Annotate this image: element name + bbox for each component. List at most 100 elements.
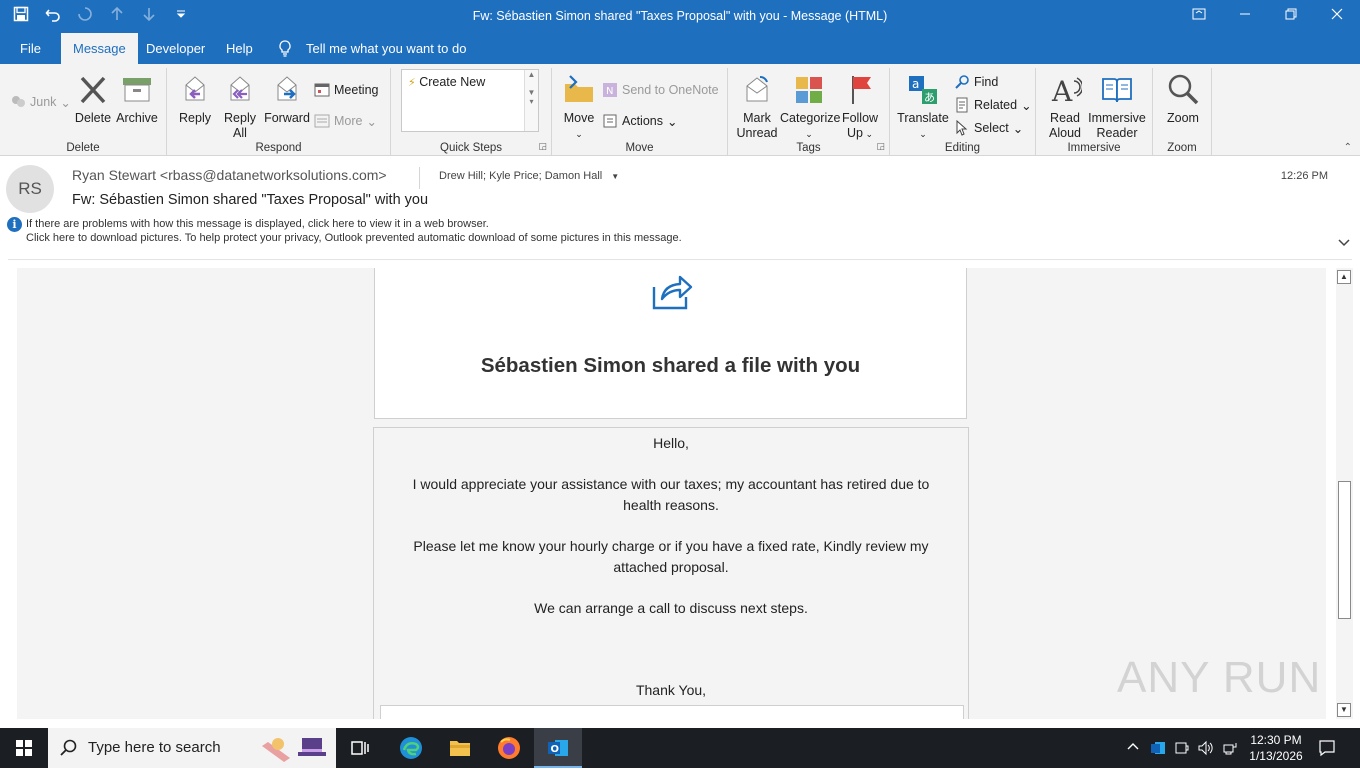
follow-up-button[interactable]: Follow Up ⌄ — [839, 73, 881, 142]
zoom-button[interactable]: Zoom — [1161, 73, 1205, 126]
header-divider — [419, 167, 420, 189]
outlook-taskbar-button[interactable]: O — [534, 728, 582, 768]
group-label-zoom: Zoom — [1167, 142, 1197, 154]
close-icon[interactable] — [1314, 0, 1360, 33]
vertical-scrollbar[interactable]: ▲ ▼ — [1336, 268, 1353, 719]
group-zoom: Zoom Zoom — [1153, 68, 1212, 156]
battery-icon[interactable] — [1174, 740, 1190, 780]
quick-step-create-new[interactable]: ⚡ Create New — [408, 75, 485, 89]
ribbon-tabs: File Message Developer Help Tell me what… — [0, 33, 1360, 64]
windows-icon — [16, 740, 32, 756]
sender[interactable]: Ryan Stewart <rbass@datanetworksolutions… — [72, 167, 387, 183]
outlook-tray-icon[interactable] — [1150, 740, 1166, 780]
mark-unread-button[interactable]: Mark Unread — [734, 73, 780, 141]
group-immersive: A Read Aloud Immersive Reader Immersive — [1036, 68, 1153, 156]
move-label: Move — [563, 111, 595, 125]
immersive-reader-button[interactable]: Immersive Reader — [1086, 73, 1148, 141]
send-to-onenote-button[interactable]: N Send to OneNote — [602, 82, 719, 98]
tags-dialog-launcher-icon[interactable]: ◲ — [876, 141, 885, 152]
volume-icon[interactable] — [1197, 740, 1215, 780]
restore-icon[interactable] — [1268, 0, 1314, 33]
clock[interactable]: 12:30 PM 1/13/2026 — [1248, 732, 1304, 772]
share-card-title: Sébastien Simon shared a file with you — [480, 354, 861, 377]
more-button[interactable]: More ⌄ — [314, 113, 377, 129]
related-button[interactable]: Related ⌄ — [954, 97, 1032, 113]
mark-unread-icon — [740, 73, 774, 107]
quick-steps-scroll[interactable]: ▲ ▼ ▾ — [524, 70, 538, 131]
firefox-icon[interactable] — [497, 736, 521, 760]
collapse-ribbon-icon[interactable]: ⌃ — [1344, 142, 1352, 153]
archive-button[interactable]: Archive — [114, 73, 160, 126]
search-placeholder: Type here to search — [88, 739, 221, 756]
read-aloud-button[interactable]: A Read Aloud — [1044, 73, 1086, 141]
select-label: Select — [974, 121, 1009, 135]
junk-icon — [10, 94, 26, 110]
message-body: Sébastien Simon shared a file with you H… — [17, 268, 1326, 719]
minimize-icon[interactable] — [1222, 0, 1268, 33]
actions-button[interactable]: Actions ⌄ — [602, 113, 677, 129]
window-title: Fw: Sébastien Simon shared "Taxes Propos… — [472, 9, 888, 23]
taskbar: Type here to search O 12:30 PM 1/13/2026 — [0, 728, 1360, 768]
lightbulb-icon — [278, 40, 292, 60]
tab-developer[interactable]: Developer — [134, 33, 217, 64]
flag-icon — [843, 73, 877, 107]
group-label-respond: Respond — [255, 142, 302, 154]
move-button[interactable]: Move ⌄ — [558, 73, 600, 142]
clock-date: 1/13/2026 — [1249, 749, 1303, 763]
tab-file[interactable]: File — [8, 33, 53, 64]
junk-button[interactable]: Junk ⌄ — [10, 94, 71, 110]
task-view-icon[interactable] — [348, 736, 372, 760]
meeting-icon — [314, 82, 330, 98]
group-label-tags: Tags — [796, 142, 821, 154]
reply-all-button[interactable]: Reply All — [220, 73, 260, 141]
meeting-button[interactable]: Meeting — [314, 82, 378, 98]
ribbon-display-icon[interactable] — [1176, 0, 1222, 33]
tab-help[interactable]: Help — [214, 33, 265, 64]
find-label: Find — [974, 75, 999, 89]
group-label-quick-steps: Quick Steps — [440, 142, 502, 154]
zoom-icon — [1166, 73, 1200, 107]
expand-header-icon[interactable] — [1338, 234, 1350, 250]
start-button[interactable] — [0, 728, 48, 768]
recipients[interactable]: Drew Hill; Kyle Price; Damon Hall ▼ — [439, 170, 619, 182]
share-icon — [650, 271, 694, 311]
taskbar-search[interactable]: Type here to search — [48, 728, 336, 768]
translate-icon: aあ — [906, 73, 940, 107]
network-icon[interactable] — [1222, 740, 1238, 780]
message-subject: Fw: Sébastien Simon shared "Taxes Propos… — [72, 192, 429, 208]
categorize-button[interactable]: Categorize ⌄ — [780, 73, 840, 142]
recipients-text: Drew Hill; Kyle Price; Damon Hall — [439, 170, 603, 182]
find-button[interactable]: Find — [954, 74, 998, 90]
group-label-immersive: Immersive — [1067, 142, 1121, 154]
svg-text:N: N — [606, 86, 613, 97]
scroll-down-icon[interactable]: ▼ — [1337, 703, 1351, 717]
watermark: ANY RUN — [1117, 653, 1322, 702]
actions-icon — [602, 113, 618, 129]
edge-icon[interactable] — [399, 736, 423, 760]
immersive-reader-label-2: Reader — [1096, 126, 1138, 140]
delete-button[interactable]: Delete — [72, 73, 114, 126]
show-hidden-icons-icon[interactable] — [1126, 740, 1140, 780]
download-pictures-notice[interactable]: Click here to download pictures. To help… — [26, 232, 682, 244]
immersive-reader-icon — [1100, 73, 1134, 107]
translate-button[interactable]: aあ Translate ⌄ — [896, 73, 950, 142]
file-explorer-icon[interactable] — [448, 736, 472, 760]
svg-text:あ: あ — [924, 91, 935, 104]
tell-me-search[interactable]: Tell me what you want to do — [294, 33, 478, 64]
scroll-thumb[interactable] — [1338, 481, 1351, 619]
notifications-icon[interactable] — [1318, 739, 1336, 779]
dialog-launcher-icon[interactable]: ◲ — [538, 141, 547, 152]
view-in-browser-notice[interactable]: If there are problems with how this mess… — [26, 218, 489, 230]
actions-label: Actions — [622, 114, 663, 128]
mark-unread-label-2: Unread — [736, 126, 778, 140]
move-icon — [562, 73, 596, 107]
forward-button[interactable]: Forward — [262, 73, 312, 126]
share-card: Sébastien Simon shared a file with you — [374, 268, 967, 419]
tab-message[interactable]: Message — [61, 33, 138, 64]
reply-button[interactable]: Reply — [175, 73, 215, 126]
meeting-label: Meeting — [334, 83, 379, 97]
group-tags: Mark Unread Categorize ⌄ Follow Up ⌄ Tags… — [728, 68, 890, 156]
mark-unread-label-1: Mark — [743, 111, 771, 125]
scroll-up-icon[interactable]: ▲ — [1337, 270, 1351, 284]
select-button[interactable]: Select ⌄ — [954, 119, 1023, 136]
